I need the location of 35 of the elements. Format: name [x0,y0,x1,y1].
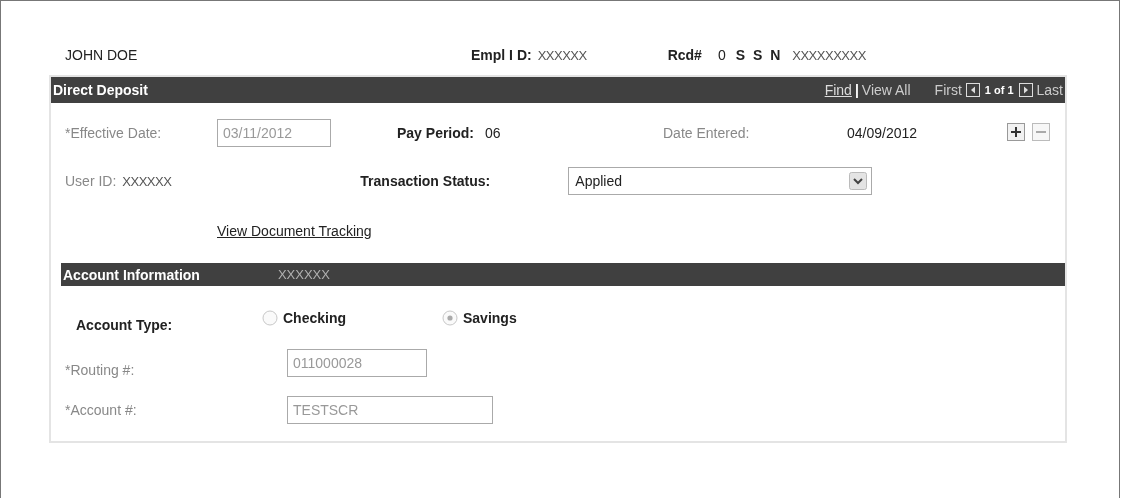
page-counter: 1 of 1 [984,84,1014,96]
employee-name: JOHN DOE [65,47,139,63]
last-link[interactable]: Last [1036,82,1063,98]
section-title: Direct Deposit [53,82,148,98]
view-document-tracking-link[interactable]: View Document Tracking [217,223,372,239]
account-number-label: *Account #: [65,402,138,418]
first-link[interactable]: First [934,82,962,98]
add-row-icon[interactable] [1007,123,1025,141]
pay-period-value: 06 [485,125,502,141]
effective-date-label: *Effective Date: [65,125,163,141]
view-all-link[interactable]: View All [861,82,911,98]
empl-id-value: XXXXXX [537,48,588,63]
next-icon[interactable] [1018,83,1033,97]
previous-icon[interactable] [965,83,980,97]
account-type-radio[interactable]: Savings [442,310,517,326]
pay-period-label: Pay Period: [397,125,476,141]
overlay-text: XXXXXX [277,267,330,282]
ssn-label: S S N [735,47,783,63]
date-entered-label: Date Entered: [663,125,751,141]
rcd-label: Rcd# [667,47,702,63]
empl-id-label: Empl I D: [471,47,532,63]
find-link[interactable]: Find [824,82,852,98]
account-type-label: Account Type: [76,317,174,333]
user-id-value: XXXXXX [122,173,173,189]
ssn-value: XXXXXXXXX [792,48,866,63]
account-type-radio[interactable]: Checking [262,310,442,326]
date-entered-value: 04/09/2012 [847,125,919,141]
transaction-status-dropdown[interactable]: Applied [568,167,873,195]
separator: | [854,82,859,98]
rcd-value: 0 [717,47,726,63]
routing-number-label: *Routing #: [65,362,136,378]
transaction-status-label: Transaction Status: [360,173,492,189]
dropdown-caret-icon [849,172,868,190]
section-title: Account Information [63,266,200,283]
user-id-label: User ID: [65,173,117,189]
